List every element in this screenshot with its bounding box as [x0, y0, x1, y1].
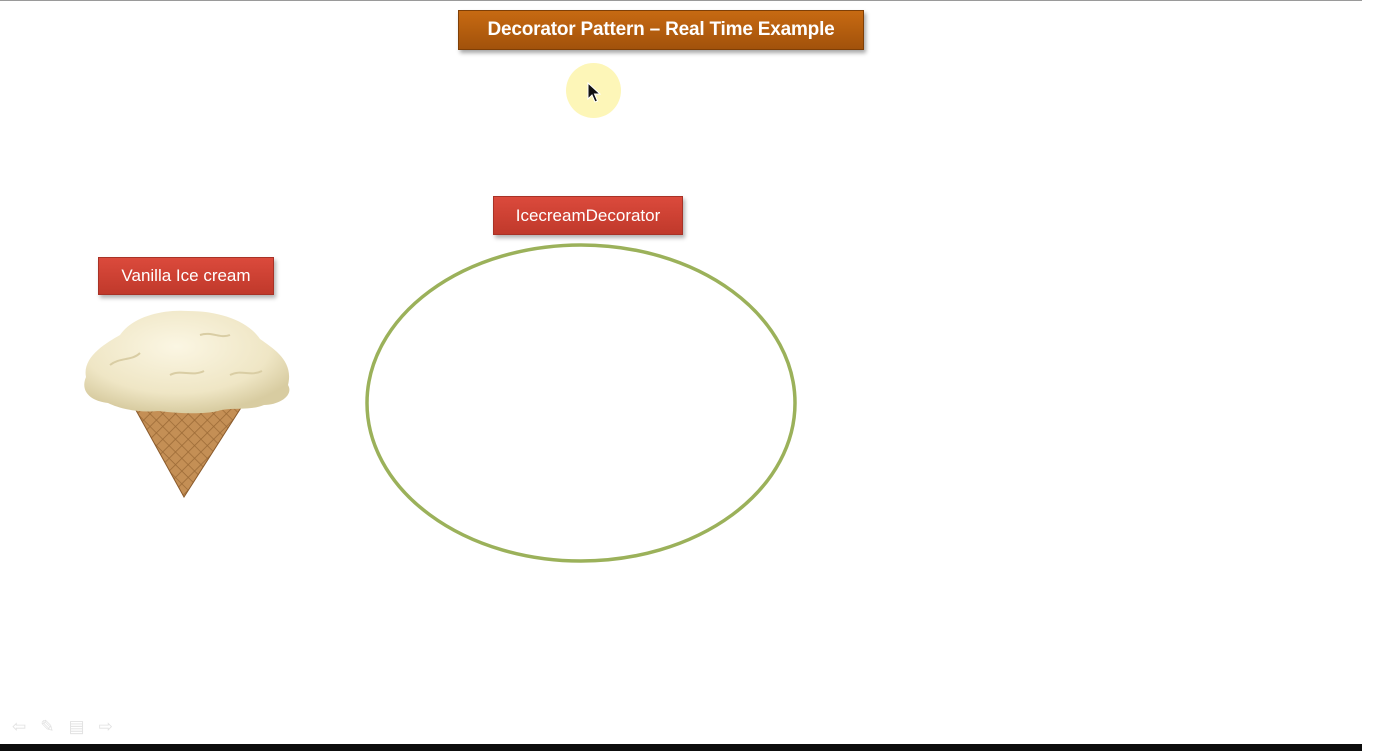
- slide-title: Decorator Pattern – Real Time Example: [458, 10, 864, 50]
- slide-title-text: Decorator Pattern – Real Time Example: [487, 19, 835, 40]
- vanilla-ice-cream-text: Vanilla Ice cream: [121, 266, 251, 285]
- decorator-ellipse: [365, 243, 797, 563]
- left-arrow-icon[interactable]: ⇦: [12, 717, 26, 737]
- icecream-decorator-label: IcecreamDecorator: [493, 196, 683, 235]
- right-arrow-icon[interactable]: ⇨: [99, 717, 113, 737]
- vanilla-ice-cream-label: Vanilla Ice cream: [98, 257, 274, 295]
- pen-icon[interactable]: ✎: [40, 717, 54, 737]
- menu-icon[interactable]: ▤: [69, 717, 85, 737]
- icecream-decorator-text: IcecreamDecorator: [515, 205, 661, 225]
- bottom-bar: [0, 744, 1362, 751]
- ice-cream-cone-image: [84, 310, 290, 498]
- top-rule: [0, 0, 1362, 1]
- slideshow-nav: ⇦ ✎ ▤ ⇨: [12, 716, 113, 738]
- mouse-pointer-icon: [587, 82, 601, 103]
